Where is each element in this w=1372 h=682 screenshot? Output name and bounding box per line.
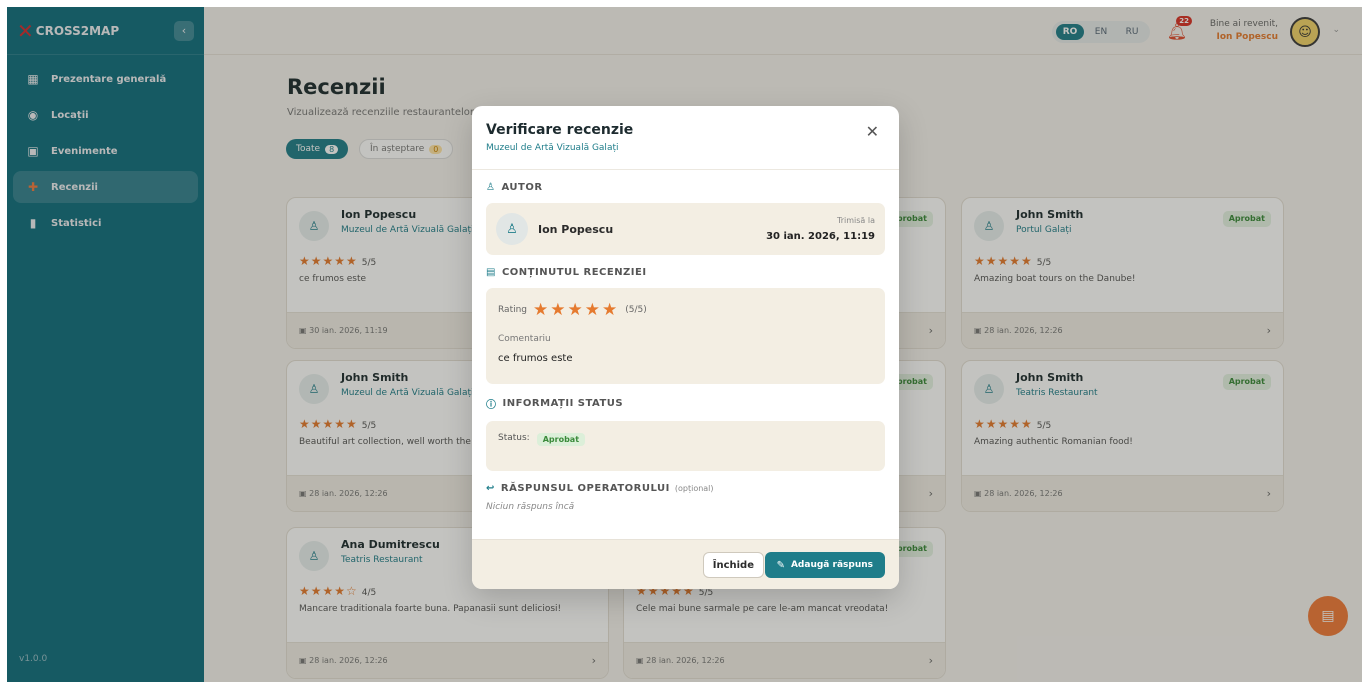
section-label: INFORMAȚII STATUS	[502, 398, 624, 409]
sent-label: Trimisă la	[837, 216, 875, 225]
optional-label: (opțional)	[674, 484, 714, 493]
author-box: ♙ Ion Popescu Trimisă la 30 ian. 2026, 1…	[486, 203, 885, 255]
review-icon: ▤	[486, 267, 496, 278]
status-label: Status:	[498, 433, 530, 443]
status-section-title: ⓘ INFORMAȚII STATUS	[486, 396, 885, 411]
modal-header: Verificare recenzie Muzeul de Artă Vizua…	[472, 106, 899, 170]
app-root: ✕ CROSS2MAP ‹ ▦ Prezentare generală ◉ Lo…	[0, 0, 1372, 682]
author-name: Ion Popescu	[538, 222, 614, 236]
stars-icon: ★★★★★	[533, 300, 620, 320]
sent-info: Trimisă la 30 ian. 2026, 11:19	[766, 216, 875, 242]
add-reply-label: Adaugă răspuns	[790, 560, 873, 570]
content-box: Rating ★★★★★ (5/5) Comentariu ce frumos …	[486, 288, 885, 384]
content-section-title: ▤ CONȚINUTUL RECENZIEI	[486, 267, 885, 278]
rating-row: Rating ★★★★★ (5/5)	[498, 300, 873, 320]
section-label: AUTOR	[501, 182, 543, 193]
user-icon: ♙	[496, 213, 528, 245]
comment-label: Comentariu	[498, 334, 551, 344]
modal-body: ♙ AUTOR ♙ Ion Popescu Trimisă la 30 ian.…	[472, 170, 899, 512]
info-icon: ⓘ	[486, 400, 497, 411]
pencil-icon: ✎	[776, 559, 785, 571]
modal-footer: Închide ✎ Adaugă răspuns	[472, 539, 899, 589]
sidebar-backdrop[interactable]	[7, 7, 204, 682]
author-section-title: ♙ AUTOR	[486, 182, 885, 193]
close-button[interactable]: Închide	[702, 552, 764, 578]
review-modal: Verificare recenzie Muzeul de Artă Vizua…	[472, 106, 899, 589]
status-box: Status: Aprobat	[486, 421, 885, 471]
section-label: CONȚINUTUL RECENZIEI	[501, 267, 647, 278]
rating-label: Rating	[498, 305, 528, 315]
status-badge: Aprobat	[536, 433, 586, 446]
reply-icon: ↩	[486, 483, 495, 494]
modal-subtitle: Muzeul de Artă Vizuală Galați	[486, 143, 619, 153]
section-label: RĂSPUNSUL OPERATORULUI	[500, 483, 670, 494]
comment-text: ce frumos este	[498, 353, 573, 364]
reply-section-title: ↩ RĂSPUNSUL OPERATORULUI (opțional)	[486, 483, 885, 494]
sent-date: 30 ian. 2026, 11:19	[766, 231, 875, 242]
close-icon[interactable]: ✕	[866, 122, 879, 141]
modal-title: Verificare recenzie	[486, 122, 634, 138]
no-reply-text: Niciun răspuns încă	[486, 502, 575, 512]
add-reply-button[interactable]: ✎ Adaugă răspuns	[764, 552, 885, 578]
rating-value: (5/5)	[625, 305, 647, 315]
user-icon: ♙	[486, 182, 496, 193]
